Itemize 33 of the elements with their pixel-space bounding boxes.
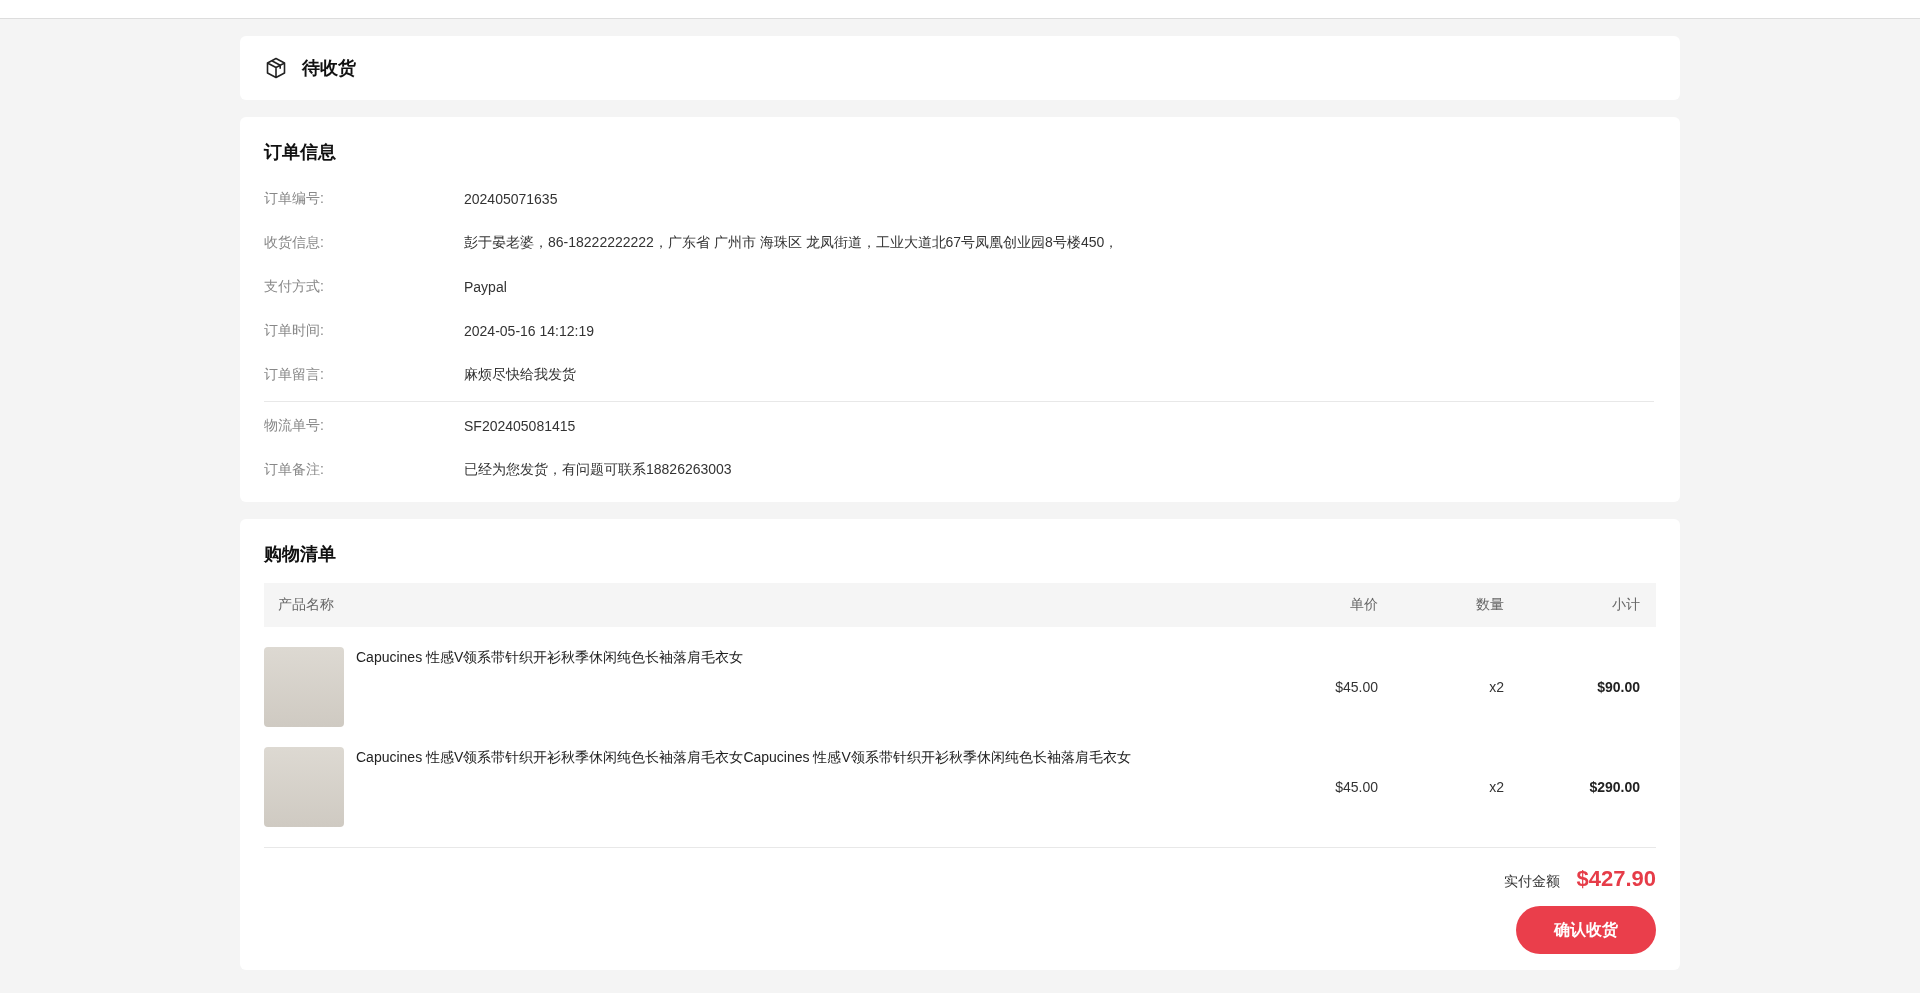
quantity: x2 — [1488, 679, 1504, 695]
field-value: Paypal — [464, 279, 507, 295]
field-value: SF202405081415 — [464, 418, 576, 434]
field-label: 物流单号: — [264, 417, 325, 435]
field-label: 收货信息: — [264, 234, 325, 252]
subtotal: $290.00 — [1588, 779, 1640, 795]
total-amount: $427.90 — [1576, 866, 1656, 892]
product-name[interactable]: Capucines 性感V领系带针织开衫秋季休闲纯色长袖落肩毛衣女Capucines 性感V领系带针织开衫秋季休闲纯色长袖落肩毛衣女 — [356, 747, 1131, 767]
status-label: 待收货 — [302, 57, 356, 80]
product-name[interactable]: Capucines 性感V领系带针织开衫秋季休闲纯色长袖落肩毛衣女 — [356, 647, 744, 667]
field-label: 订单留言: — [264, 366, 325, 384]
total-label: 实付金额 — [1504, 873, 1561, 891]
field-value: 202405071635 — [464, 191, 558, 207]
unit-price: $45.00 — [1334, 779, 1378, 795]
column-header: 单价 — [1349, 596, 1378, 614]
quantity: x2 — [1488, 779, 1504, 795]
field-value: 2024-05-16 14:12:19 — [464, 323, 594, 339]
section-title: 订单信息 — [264, 141, 337, 164]
package-icon — [264, 56, 288, 80]
confirm-receipt-button[interactable]: 确认收货 — [1516, 906, 1656, 954]
column-header: 产品名称 — [278, 596, 335, 614]
field-value: 麻烦尽快给我发货 — [464, 366, 576, 384]
field-label: 支付方式: — [264, 278, 325, 296]
subtotal: $90.00 — [1596, 679, 1640, 695]
field-label: 订单备注: — [264, 461, 325, 479]
column-header: 数量 — [1475, 596, 1504, 614]
unit-price: $45.00 — [1334, 679, 1378, 695]
column-header: 小计 — [1611, 596, 1640, 614]
field-label: 订单时间: — [264, 322, 325, 340]
section-title: 购物清单 — [264, 543, 337, 566]
field-label: 订单编号: — [264, 190, 325, 208]
field-value: 已经为您发货，有问题可联系18826263003 — [464, 461, 732, 479]
field-value: 彭于晏老婆，86-18222222222，广东省 广州市 海珠区 龙凤街道，工业大道北67号凤凰创业园8号楼450， — [464, 234, 1119, 252]
